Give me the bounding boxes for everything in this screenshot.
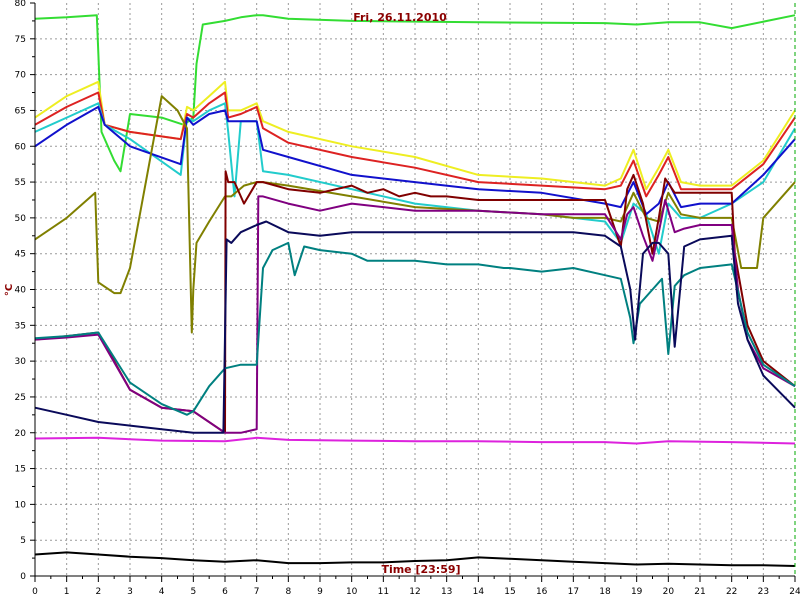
y-tick-label: 80 — [15, 0, 27, 9]
x-tick-label: 17 — [568, 587, 579, 597]
x-tick-label: 23 — [758, 587, 769, 597]
y-tick-label: 50 — [15, 214, 27, 224]
chart-title: Fri, 26.11.2010 — [353, 11, 447, 24]
y-tick-label: 55 — [15, 178, 26, 188]
y-tick-label: 75 — [15, 35, 26, 45]
y-tick-label: 30 — [15, 357, 27, 367]
x-tick-label: 3 — [127, 587, 133, 597]
y-tick-label: 60 — [15, 142, 27, 152]
x-tick-label: 2 — [95, 587, 101, 597]
x-tick-label: 1 — [64, 587, 70, 597]
x-tick-label: 19 — [631, 587, 643, 597]
x-tick-label: 6 — [222, 587, 228, 597]
x-tick-label: 10 — [346, 587, 358, 597]
x-tick-label: 15 — [504, 587, 515, 597]
line-chart: 0 1 2 3 4 5 6 7 8 9 10 11 12 13 14 15 16 17 18 19 20 21 22 23 24… — [0, 0, 800, 600]
x-tick-label: 5 — [190, 587, 196, 597]
x-tick-label: 8 — [285, 587, 291, 597]
y-axis-label: °C — [4, 284, 15, 296]
y-tick-label: 5 — [20, 536, 26, 546]
y-tick-label: 35 — [15, 321, 26, 331]
y-tick-label: 40 — [15, 286, 27, 296]
y-tick-label: 10 — [15, 500, 27, 510]
x-tick-label: 14 — [473, 587, 485, 597]
y-tick-label: 25 — [15, 393, 26, 403]
x-tick-label: 24 — [789, 587, 800, 597]
x-tick-label: 12 — [409, 587, 420, 597]
x-tick-label: 18 — [599, 587, 611, 597]
x-tick-label: 16 — [536, 587, 548, 597]
x-tick-label: 13 — [441, 587, 452, 597]
y-tick-label: 0 — [20, 572, 26, 582]
x-tick-label: 7 — [254, 587, 260, 597]
y-tick-label: 20 — [15, 429, 27, 439]
y-tick-label: 15 — [15, 465, 26, 475]
x-tick-label: 22 — [726, 587, 737, 597]
x-tick-label: 20 — [663, 587, 675, 597]
x-axis-label: Time [23:59] — [381, 563, 460, 576]
x-tick-label: 9 — [317, 587, 323, 597]
y-tick-label: 45 — [15, 250, 26, 260]
x-tick-label: 0 — [32, 587, 38, 597]
x-tick-label: 11 — [378, 587, 389, 597]
x-tick-label: 4 — [159, 587, 165, 597]
y-tick-label: 65 — [15, 106, 26, 116]
y-tick-label: 70 — [15, 71, 27, 81]
x-tick-label: 21 — [694, 587, 705, 597]
